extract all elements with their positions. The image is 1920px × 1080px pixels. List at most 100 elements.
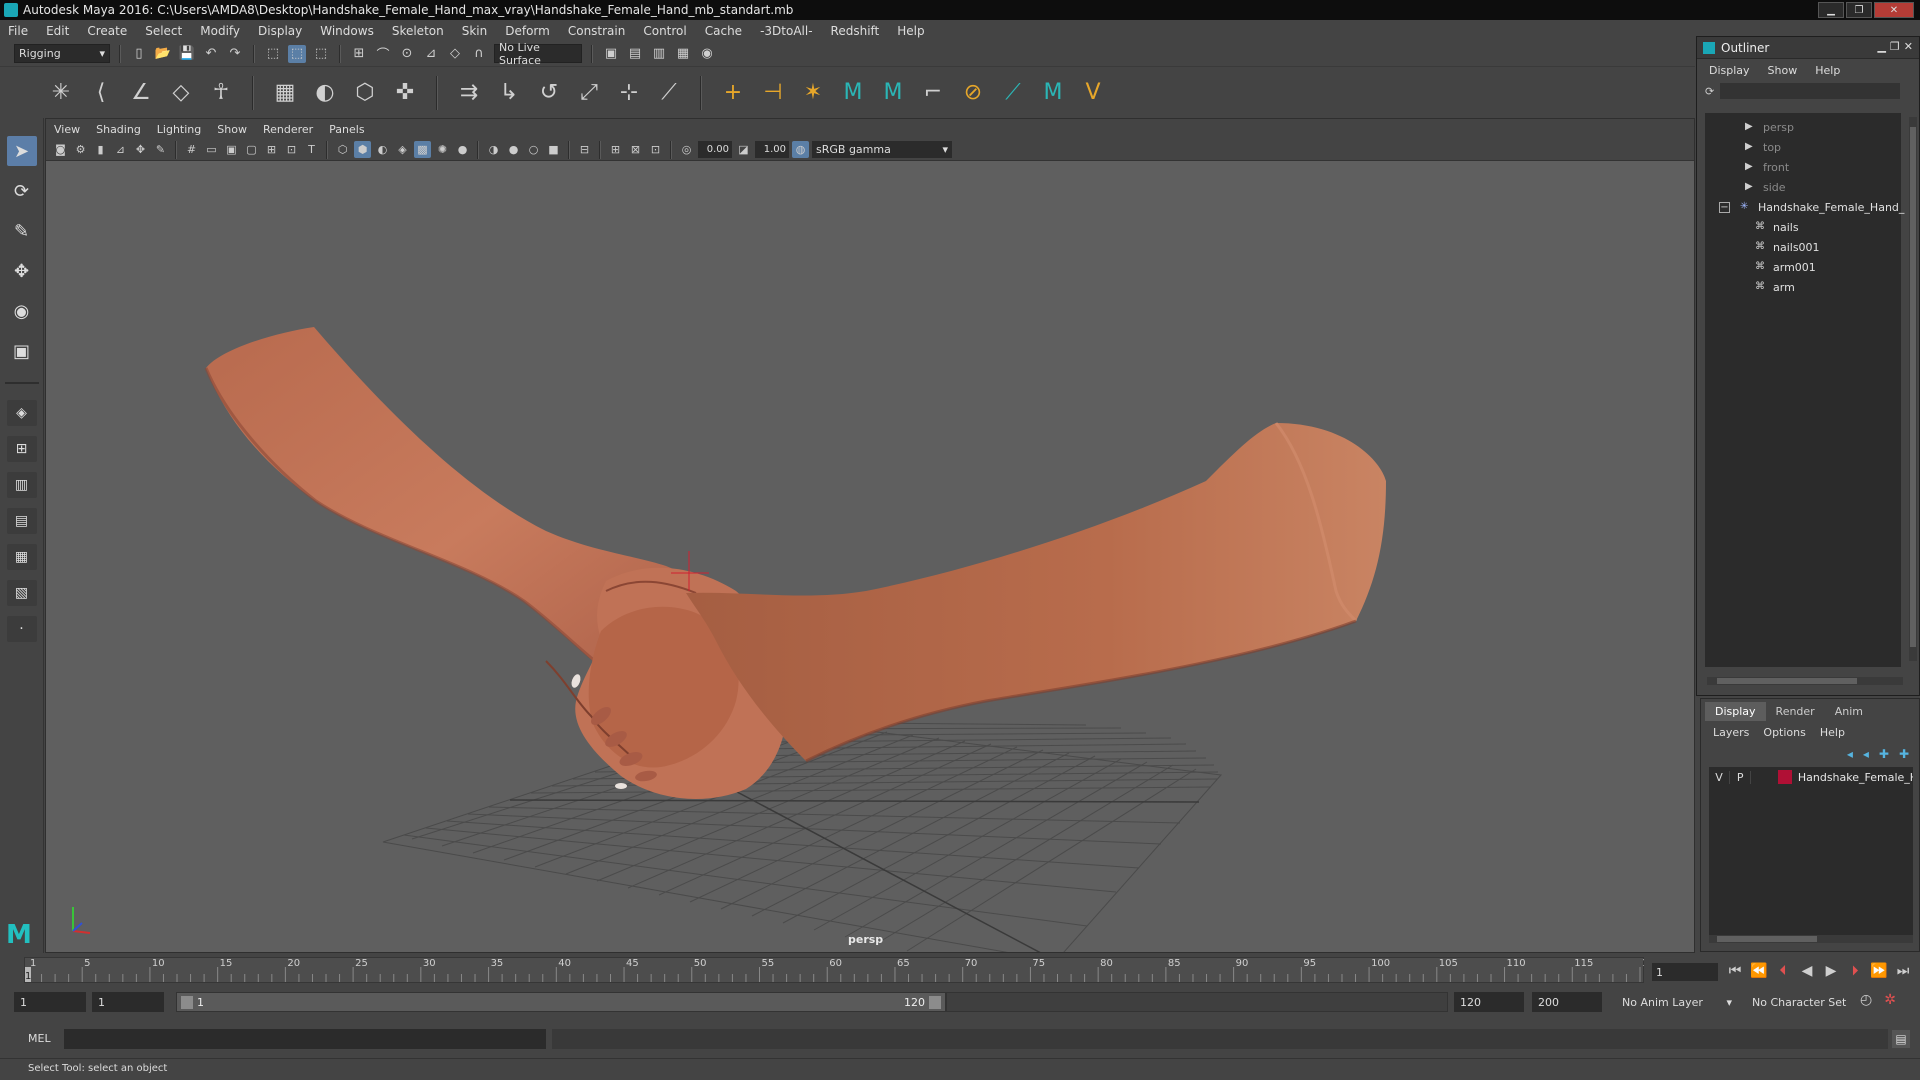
- vp-menu-renderer[interactable]: Renderer: [263, 123, 313, 136]
- playback-range-bar[interactable]: 1 120: [176, 992, 946, 1012]
- graph-persp-layout-icon[interactable]: ▦: [6, 544, 37, 570]
- menuset-dropdown[interactable]: Rigging ▾: [14, 44, 110, 63]
- joint-tool-icon[interactable]: ✳: [46, 78, 76, 108]
- outliner-vertical-scrollbar[interactable]: [1909, 117, 1917, 661]
- motion-blur-icon[interactable]: ●: [505, 141, 522, 158]
- custom-layout-icon[interactable]: ·: [6, 616, 37, 642]
- open-scene-icon[interactable]: 📂: [154, 45, 172, 63]
- scale-constraint-icon[interactable]: ⤢: [574, 78, 604, 108]
- new-scene-icon[interactable]: ▯: [130, 45, 148, 63]
- layer-playback-toggle[interactable]: P: [1730, 770, 1752, 784]
- select-object-icon[interactable]: ⬚: [288, 44, 306, 63]
- new-layer-selected-icon[interactable]: ✚: [1899, 747, 1909, 761]
- ik-handle-icon[interactable]: ⟨: [86, 78, 116, 108]
- select-tool-icon[interactable]: ➤: [6, 136, 37, 166]
- outliner-item-side[interactable]: ▶ side: [1745, 177, 1786, 197]
- menu-skeleton[interactable]: Skeleton: [392, 24, 444, 38]
- menu-select[interactable]: Select: [145, 24, 182, 38]
- resolution-gate-icon[interactable]: ▣: [223, 141, 240, 158]
- menu-modify[interactable]: Modify: [200, 24, 240, 38]
- animation-start-field[interactable]: 1: [14, 992, 86, 1012]
- ik-spline-icon[interactable]: ∠: [126, 78, 156, 108]
- cluster-icon[interactable]: ✜: [390, 78, 420, 108]
- minimize-button[interactable]: ▁: [1818, 2, 1844, 18]
- move-layer-down-icon[interactable]: ◂: [1863, 747, 1869, 761]
- default-material-icon[interactable]: ◐: [374, 141, 391, 158]
- menu-windows[interactable]: Windows: [320, 24, 374, 38]
- refresh-icon[interactable]: ⟳: [1705, 85, 1714, 98]
- xray-joints-icon[interactable]: ⊠: [627, 141, 644, 158]
- aim-constraint-icon[interactable]: ↳: [494, 78, 524, 108]
- outliner-item-top[interactable]: ▶ top: [1745, 137, 1781, 157]
- layer-menu-options[interactable]: Options: [1763, 726, 1805, 739]
- menu-control[interactable]: Control: [643, 24, 686, 38]
- vector-tool-icon[interactable]: V: [1078, 78, 1108, 108]
- grease-pencil-icon[interactable]: ✎: [152, 141, 169, 158]
- animation-preferences-icon[interactable]: ✲: [1884, 992, 1896, 1008]
- layer-menu-help[interactable]: Help: [1820, 726, 1845, 739]
- grid-icon[interactable]: #: [183, 141, 200, 158]
- menu-create[interactable]: Create: [87, 24, 127, 38]
- new-layer-icon[interactable]: ✚: [1879, 747, 1889, 761]
- multisample-aa-icon[interactable]: ○: [525, 141, 542, 158]
- bookmark-icon[interactable]: ▮: [92, 141, 109, 158]
- paint-select-icon[interactable]: ✎: [7, 216, 37, 246]
- select-hierarchy-icon[interactable]: ⬚: [264, 45, 282, 63]
- script-language-toggle[interactable]: MEL: [28, 1032, 51, 1045]
- menu-constrain[interactable]: Constrain: [568, 24, 626, 38]
- menu-cache[interactable]: Cache: [705, 24, 742, 38]
- scroll-thumb[interactable]: [1717, 936, 1817, 942]
- rotate-tool-icon[interactable]: ◉: [7, 296, 37, 326]
- hypershade-icon[interactable]: ◉: [698, 45, 716, 63]
- gamma-field[interactable]: 1.00: [755, 141, 789, 158]
- four-pane-layout-icon[interactable]: ⊞: [6, 436, 37, 462]
- brush-tool-icon[interactable]: ⟋: [998, 78, 1028, 108]
- snap-surface-icon[interactable]: ◇: [446, 45, 464, 63]
- vp-menu-lighting[interactable]: Lighting: [157, 123, 201, 136]
- use-all-lights-icon[interactable]: ✺: [434, 141, 451, 158]
- move-layer-up-icon[interactable]: ◂: [1847, 747, 1853, 761]
- xray-components-icon[interactable]: ⊡: [647, 141, 664, 158]
- lasso-tool-icon[interactable]: ⟳: [7, 176, 37, 206]
- scroll-thumb[interactable]: [1910, 127, 1916, 647]
- depth-of-field-icon[interactable]: ■: [545, 141, 562, 158]
- bone-tool-icon[interactable]: ✶: [798, 78, 828, 108]
- layer-visibility-toggle[interactable]: V: [1709, 770, 1731, 784]
- menu-edit[interactable]: Edit: [46, 24, 69, 38]
- isolate-select-icon[interactable]: ⊟: [576, 141, 593, 158]
- maya-script-c-icon[interactable]: M: [1038, 78, 1068, 108]
- playback-start-field[interactable]: 1: [92, 992, 164, 1012]
- character-set-dropdown[interactable]: No Character Set: [1748, 992, 1858, 1012]
- two-d-pan-icon[interactable]: ✥: [132, 141, 149, 158]
- outliner-menu-help[interactable]: Help: [1815, 64, 1840, 77]
- color-management-icon[interactable]: ◍: [792, 141, 809, 158]
- maya-script-a-icon[interactable]: M: [838, 78, 868, 108]
- menu-redshift[interactable]: Redshift: [831, 24, 880, 38]
- scroll-thumb[interactable]: [1717, 678, 1857, 684]
- move-tool-icon[interactable]: ✥: [7, 256, 37, 286]
- outliner-menu-show[interactable]: Show: [1768, 64, 1798, 77]
- menu-file[interactable]: File: [8, 24, 28, 38]
- shelf-blank-icon[interactable]: ⌐: [918, 78, 948, 108]
- vp-menu-shading[interactable]: Shading: [96, 123, 141, 136]
- command-input[interactable]: [64, 1029, 546, 1049]
- save-scene-icon[interactable]: 💾: [178, 45, 196, 63]
- outliner-item-nails[interactable]: ⌘ nails: [1755, 217, 1799, 237]
- layer-menu-layers[interactable]: Layers: [1713, 726, 1749, 739]
- menu-3dtoall[interactable]: -3DtoAll-: [760, 24, 812, 38]
- maya-script-b-icon[interactable]: M: [878, 78, 908, 108]
- point-constraint-icon[interactable]: ⇉: [454, 78, 484, 108]
- maximize-button[interactable]: ❐: [1846, 2, 1872, 18]
- image-plane-icon[interactable]: ⊿: [112, 141, 129, 158]
- smooth-shade-icon[interactable]: ⬢: [354, 141, 371, 158]
- wireframe-on-shaded-icon[interactable]: ◈: [394, 141, 411, 158]
- menu-help[interactable]: Help: [897, 24, 924, 38]
- outliner-item-arm[interactable]: ⌘ arm: [1755, 277, 1795, 297]
- step-forward-frame-icon[interactable]: ⏩: [1870, 961, 1888, 981]
- locator-parent-icon[interactable]: ⊣: [758, 78, 788, 108]
- gamma-icon[interactable]: ◪: [735, 141, 752, 158]
- screen-space-ao-icon[interactable]: ◑: [485, 141, 502, 158]
- outliner-maximize-icon[interactable]: ❐: [1890, 40, 1900, 53]
- vp-menu-view[interactable]: View: [54, 123, 80, 136]
- current-frame-field[interactable]: 1: [1652, 963, 1718, 981]
